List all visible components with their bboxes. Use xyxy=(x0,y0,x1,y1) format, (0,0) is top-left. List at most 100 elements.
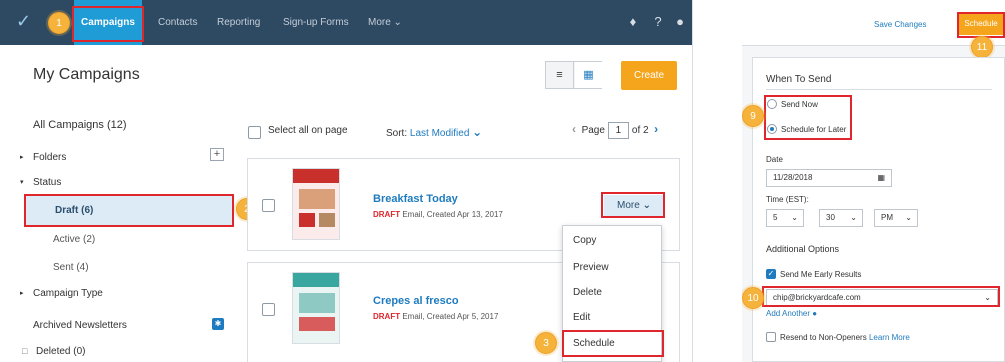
calendar-icon[interactable]: ▦ xyxy=(877,170,885,186)
select-all-label: Select all on page xyxy=(268,125,348,136)
user-icon[interactable]: ● xyxy=(672,14,688,30)
sidebar-item-deleted[interactable]: Deleted (0) xyxy=(36,346,85,357)
highlight-schedule-button xyxy=(957,12,1005,38)
campaign-title[interactable]: Crepes al fresco xyxy=(373,295,459,307)
sidebar-item-sent[interactable]: Sent (4) xyxy=(53,262,89,273)
ampm-value: PM xyxy=(881,213,893,222)
chevron-right-icon: ▸ xyxy=(20,154,24,161)
callout-1: 1 xyxy=(48,12,70,34)
add-another-label: Add Another xyxy=(766,309,811,318)
trash-icon: □ xyxy=(22,346,28,356)
add-folder-icon[interactable]: + xyxy=(210,148,224,161)
hour-select[interactable]: 5 ⌄ xyxy=(766,209,804,227)
help-icon[interactable]: ? xyxy=(650,14,666,30)
highlight-schedule-item xyxy=(562,330,664,357)
sidebar-item-campaign-type[interactable]: Campaign Type xyxy=(33,288,103,299)
campaign-checkbox[interactable] xyxy=(262,303,275,316)
thumbnail-block xyxy=(299,213,315,227)
date-input[interactable]: 11/28/2018 ▦ xyxy=(766,169,892,187)
campaign-meta: DRAFT Email, Created Apr 13, 2017 xyxy=(373,210,503,219)
highlight-email-select xyxy=(762,286,1000,307)
sort-value[interactable]: Last Modified xyxy=(410,128,469,139)
early-results-checkbox[interactable]: ✓ xyxy=(766,269,776,279)
campaign-filters-sidebar: All Campaigns (12) ▸ Folders + ▾ Status … xyxy=(0,105,232,362)
nav-more[interactable]: More ⌄ xyxy=(368,0,402,45)
thumbnail-image xyxy=(299,189,335,209)
campaign-thumbnail[interactable] xyxy=(292,272,340,344)
page-total: of 2 xyxy=(631,125,649,136)
campaign-checkbox[interactable] xyxy=(262,199,275,212)
thumbnail-header xyxy=(293,169,339,183)
sort-dropdown[interactable]: Sort: Last Modified ⌄ xyxy=(386,125,482,139)
resend-text: Resend to Non-Openers xyxy=(780,333,867,342)
save-changes-link[interactable]: Save Changes xyxy=(874,20,926,29)
callout-3: 3 xyxy=(535,332,557,354)
highlight-draft xyxy=(24,194,234,227)
menu-item-preview[interactable]: Preview xyxy=(573,262,609,273)
callout-10: 10 xyxy=(742,287,764,309)
sidebar-item-all-campaigns[interactable]: All Campaigns (12) xyxy=(33,119,127,131)
resend-label: Resend to Non-Openers Learn More xyxy=(780,333,910,342)
ampm-select[interactable]: PM ⌄ xyxy=(874,209,918,227)
resend-checkbox[interactable] xyxy=(766,332,776,342)
campaigns-screen: ✓ Campaigns Contacts Reporting Sign-up F… xyxy=(0,0,693,362)
highlight-send-options xyxy=(764,95,852,140)
highlight-more-button xyxy=(601,192,665,218)
menu-item-delete[interactable]: Delete xyxy=(573,287,602,298)
logo-icon: ✓ xyxy=(16,11,32,31)
menu-item-copy[interactable]: Copy xyxy=(573,235,596,246)
time-label: Time (EST): xyxy=(766,195,809,204)
sidebar-item-active[interactable]: Active (2) xyxy=(53,234,95,245)
status-badge: DRAFT xyxy=(373,312,401,321)
campaign-created: Email, Created Apr 5, 2017 xyxy=(400,312,499,321)
thumbnail-block xyxy=(319,213,335,227)
date-value: 11/28/2018 xyxy=(773,173,813,182)
chevron-down-icon: ⌄ xyxy=(905,213,912,222)
menu-item-edit[interactable]: Edit xyxy=(573,312,590,323)
sidebar-item-status[interactable]: Status xyxy=(33,177,61,188)
campaign-created: Email, Created Apr 13, 2017 xyxy=(400,210,503,219)
learn-more-link[interactable]: Learn More xyxy=(869,333,910,342)
thumbnail-image xyxy=(299,293,335,313)
settings-icon[interactable]: ✱ xyxy=(212,318,224,330)
create-button[interactable]: Create xyxy=(621,61,677,90)
select-all-checkbox[interactable] xyxy=(248,126,261,139)
hour-value: 5 xyxy=(773,213,778,222)
page-label: Page xyxy=(581,125,605,136)
date-label: Date xyxy=(766,155,783,164)
add-another-link[interactable]: Add Another ● xyxy=(766,309,817,318)
chevron-down-icon: ▾ xyxy=(20,179,24,186)
campaign-thumbnail[interactable] xyxy=(292,168,340,240)
view-toggle: ≡ ▦ xyxy=(545,61,602,89)
page-title: My Campaigns xyxy=(33,66,140,83)
sidebar-item-archived-newsletters[interactable]: Archived Newsletters xyxy=(33,320,127,331)
campaign-title[interactable]: Breakfast Today xyxy=(373,193,458,205)
plus-circle-icon: ● xyxy=(812,309,818,318)
campaign-meta: DRAFT Email, Created Apr 5, 2017 xyxy=(373,312,498,321)
previous-page-icon[interactable]: ‹ xyxy=(572,122,576,136)
sort-label: Sort: xyxy=(386,128,410,139)
status-badge: DRAFT xyxy=(373,210,401,219)
nav-signup-forms[interactable]: Sign-up Forms xyxy=(283,0,349,45)
divider xyxy=(766,89,992,90)
when-to-send-heading: When To Send xyxy=(766,74,832,85)
next-page-icon[interactable]: › xyxy=(654,122,658,136)
nav-reporting[interactable]: Reporting xyxy=(217,0,260,45)
list-view-icon[interactable]: ≡ xyxy=(546,62,574,88)
pagination: ‹ Page 1 of 2 › xyxy=(572,122,658,142)
thumbnail-header xyxy=(293,273,339,287)
notifications-icon[interactable]: ♦ xyxy=(625,14,641,30)
sidebar-item-folders[interactable]: Folders xyxy=(33,152,66,163)
page-number-input[interactable]: 1 xyxy=(607,122,629,139)
callout-11: 11 xyxy=(971,36,993,58)
nav-contacts[interactable]: Contacts xyxy=(158,0,197,45)
chevron-down-icon: ⌄ xyxy=(472,125,483,139)
early-results-label: Send Me Early Results xyxy=(780,270,862,279)
callout-9: 9 xyxy=(742,105,764,127)
chevron-right-icon: ▸ xyxy=(20,290,24,297)
chevron-down-icon: ⌄ xyxy=(791,213,798,222)
minute-value: 30 xyxy=(826,213,835,222)
minute-select[interactable]: 30 ⌄ xyxy=(819,209,863,227)
chevron-down-icon: ⌄ xyxy=(850,213,857,222)
calendar-view-icon[interactable]: ▦ xyxy=(575,62,602,88)
